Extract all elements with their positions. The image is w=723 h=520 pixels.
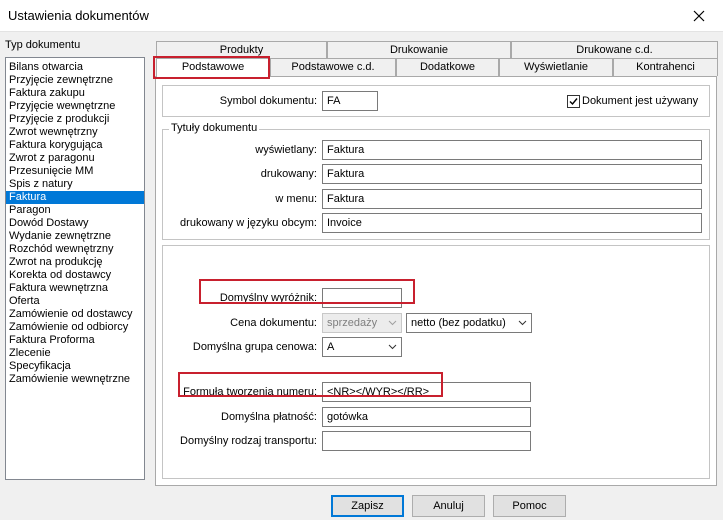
price-select-value: sprzedaży bbox=[327, 317, 378, 329]
checkmark-icon bbox=[568, 96, 579, 107]
pricegroup-select-value: A bbox=[327, 341, 335, 353]
tab-drukowanie[interactable]: Drukowanie bbox=[327, 41, 511, 59]
close-button[interactable] bbox=[687, 4, 711, 28]
symbol-group: Symbol dokumentu: FA Dokument jest używa… bbox=[162, 85, 710, 117]
document-type-item[interactable]: Zamówienie od dostawcy bbox=[6, 308, 144, 321]
help-button[interactable]: Pomoc bbox=[493, 495, 566, 517]
tab-kontrahenci[interactable]: Kontrahenci bbox=[613, 58, 718, 76]
titles-group-title: Tytuły dokumentu bbox=[169, 122, 260, 134]
titles-group: Tytuły dokumentu wyświetlany: Faktura dr… bbox=[162, 122, 710, 240]
document-type-item[interactable]: Zwrot wewnętrzny bbox=[6, 126, 144, 139]
tab-podstawowe-cd[interactable]: Podstawowe c.d. bbox=[270, 58, 396, 76]
tab-wyswietlanie[interactable]: Wyświetlanie bbox=[499, 58, 613, 76]
printed-label: drukowany: bbox=[260, 168, 317, 180]
tab-dodatkowe[interactable]: Dodatkowe bbox=[396, 58, 499, 76]
active-tab-highlight bbox=[153, 56, 270, 79]
document-type-item[interactable]: Faktura bbox=[6, 191, 144, 204]
payment-field[interactable]: gotówka bbox=[322, 407, 531, 427]
document-type-item[interactable]: Spis z natury bbox=[6, 178, 144, 191]
foreign-title-field[interactable]: Invoice bbox=[322, 213, 702, 233]
document-type-item[interactable]: Korekta od dostawcy bbox=[6, 269, 144, 282]
document-type-item[interactable]: Paragon bbox=[6, 204, 144, 217]
save-button[interactable]: Zapisz bbox=[331, 495, 404, 517]
window-title: Ustawienia dokumentów bbox=[8, 8, 149, 23]
document-type-item[interactable]: Faktura Proforma bbox=[6, 334, 144, 347]
document-used-checkbox[interactable] bbox=[567, 95, 580, 108]
document-type-item[interactable]: Oferta bbox=[6, 295, 144, 308]
document-type-item[interactable]: Dowód Dostawy bbox=[6, 217, 144, 230]
document-type-item[interactable]: Przyjęcie z produkcji bbox=[6, 113, 144, 126]
document-type-item[interactable]: Przyjęcie zewnętrzne bbox=[6, 74, 144, 87]
document-type-item[interactable]: Przesunięcie MM bbox=[6, 165, 144, 178]
transport-field[interactable] bbox=[322, 431, 531, 451]
formula-highlight bbox=[178, 372, 443, 397]
title-bar: Ustawienia dokumentów bbox=[0, 0, 723, 32]
document-type-list[interactable]: Bilans otwarcia Przyjęcie zewnętrzne Faktu… bbox=[5, 57, 145, 480]
document-type-item[interactable]: Rozchód wewnętrzny bbox=[6, 243, 144, 256]
foreign-label: drukowany w języku obcym: bbox=[180, 217, 317, 229]
tab-drukowane-cd[interactable]: Drukowane c.d. bbox=[511, 41, 718, 59]
document-type-item[interactable]: Zamówienie wewnętrzne bbox=[6, 373, 144, 386]
pricegroup-label: Domyślna grupa cenowa: bbox=[192, 341, 317, 353]
document-type-item[interactable]: Wydanie zewnętrzne bbox=[6, 230, 144, 243]
close-icon bbox=[687, 4, 711, 28]
menu-label: w menu: bbox=[275, 193, 317, 205]
marker-highlight bbox=[199, 279, 415, 304]
tax-select-value: netto (bez podatku) bbox=[411, 317, 506, 329]
payment-label: Domyślna płatność: bbox=[221, 411, 317, 423]
chevron-down-icon bbox=[518, 320, 527, 326]
symbol-label: Symbol dokumentu: bbox=[219, 95, 317, 107]
chevron-down-icon bbox=[388, 320, 397, 326]
price-select: sprzedaży bbox=[322, 313, 402, 333]
document-type-item[interactable]: Bilans otwarcia bbox=[6, 61, 144, 74]
document-type-item[interactable]: Faktura wewnętrzna bbox=[6, 282, 144, 295]
document-type-item[interactable]: Zwrot na produkcję bbox=[6, 256, 144, 269]
chevron-down-icon bbox=[388, 344, 397, 350]
menu-title-field[interactable]: Faktura bbox=[322, 189, 702, 209]
price-label: Cena dokumentu: bbox=[230, 317, 317, 329]
document-type-item[interactable]: Specyfikacja bbox=[6, 360, 144, 373]
document-type-item[interactable]: Przyjęcie wewnętrzne bbox=[6, 100, 144, 113]
pricegroup-select[interactable]: A bbox=[322, 337, 402, 357]
document-used-label: Dokument jest używany bbox=[582, 95, 699, 107]
document-type-item[interactable]: Zlecenie bbox=[6, 347, 144, 360]
cancel-button[interactable]: Anuluj bbox=[412, 495, 485, 517]
document-type-item[interactable]: Zwrot z paragonu bbox=[6, 152, 144, 165]
document-type-item[interactable]: Zamówienie od odbiorcy bbox=[6, 321, 144, 334]
document-type-label: Typ dokumentu bbox=[5, 39, 81, 51]
symbol-field[interactable]: FA bbox=[322, 91, 378, 111]
transport-label: Domyślny rodzaj transportu: bbox=[180, 435, 317, 447]
tax-select[interactable]: netto (bez podatku) bbox=[406, 313, 532, 333]
displayed-label: wyświetlany: bbox=[255, 144, 317, 156]
document-type-item[interactable]: Faktura zakupu bbox=[6, 87, 144, 100]
displayed-title-field[interactable]: Faktura bbox=[322, 140, 702, 160]
document-type-item[interactable]: Faktura korygująca bbox=[6, 139, 144, 152]
printed-title-field[interactable]: Faktura bbox=[322, 164, 702, 184]
